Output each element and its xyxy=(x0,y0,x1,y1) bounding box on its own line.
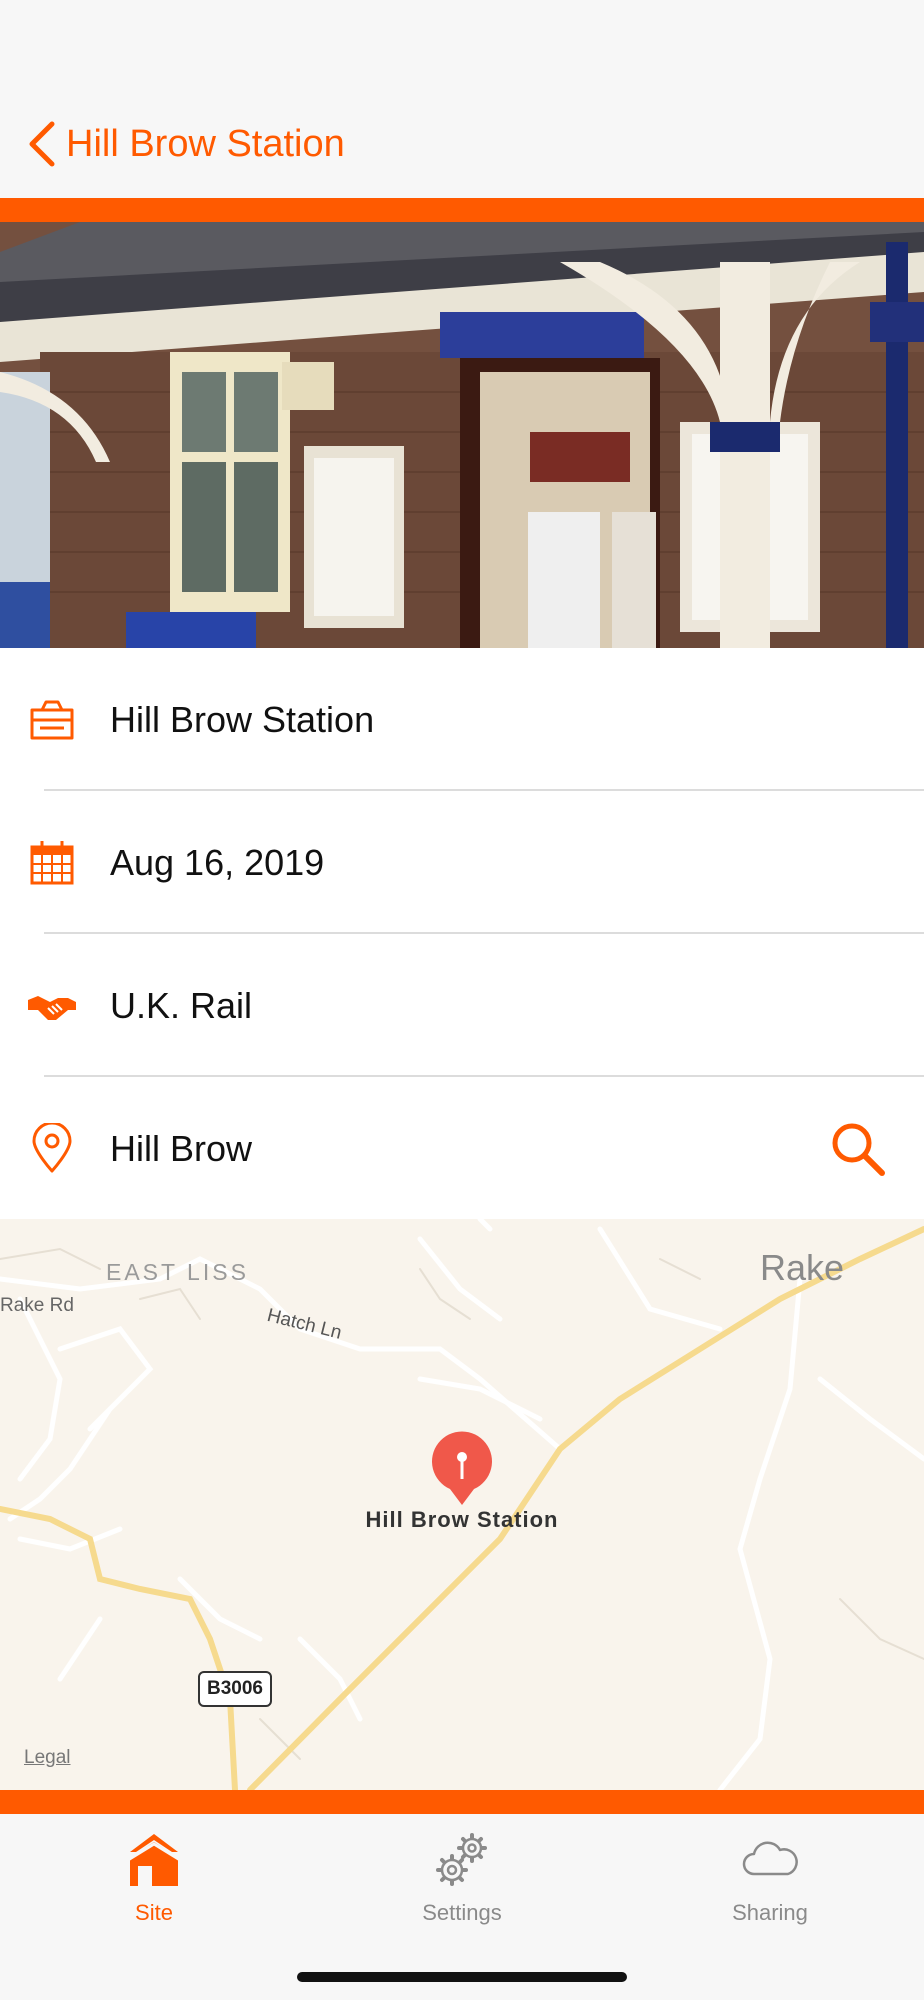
location-value: Hill Brow xyxy=(110,1127,253,1169)
tab-settings-label: Settings xyxy=(422,1900,502,1925)
station-sign-icon xyxy=(26,694,78,746)
gears-icon xyxy=(432,1830,492,1890)
organization-row[interactable]: U.K. Rail xyxy=(0,934,924,1077)
location-map[interactable]: EAST LISS Rake Rake Rd Hatch Ln Hill Bro… xyxy=(0,1219,924,1790)
chevron-left-icon xyxy=(29,121,55,167)
legal-link[interactable]: Legal xyxy=(24,1747,71,1769)
map-pin-label: Hill Brow Station xyxy=(365,1507,559,1532)
map-label-east-liss: EAST LISS xyxy=(106,1259,249,1285)
search-icon xyxy=(832,1123,885,1176)
house-icon xyxy=(124,1830,184,1890)
tab-sharing[interactable]: Sharing xyxy=(616,1814,924,2000)
location-pin-icon xyxy=(26,1122,78,1175)
location-search-button[interactable] xyxy=(828,1119,888,1179)
accent-bar-top xyxy=(0,198,924,222)
tab-site[interactable]: Site xyxy=(0,1814,308,2000)
map-label-rake-rd: Rake Rd xyxy=(0,1295,74,1316)
map-pin-icon xyxy=(432,1431,492,1505)
tab-site-label: Site xyxy=(135,1900,173,1925)
map-label-rake: Rake xyxy=(760,1247,845,1288)
tab-sharing-label: Sharing xyxy=(732,1900,808,1925)
accent-bar-bottom xyxy=(0,1790,924,1814)
site-name-row[interactable]: Hill Brow Station xyxy=(0,648,924,791)
back-title: Hill Brow Station xyxy=(66,122,345,165)
site-photo[interactable] xyxy=(0,222,924,648)
date-row[interactable]: Aug 16, 2019 xyxy=(0,791,924,934)
navigation-bar: Hill Brow Station xyxy=(0,90,924,198)
calendar-icon xyxy=(26,837,78,889)
location-row[interactable]: Hill Brow xyxy=(0,1077,924,1220)
date-value: Aug 16, 2019 xyxy=(110,841,325,883)
back-button[interactable]: Hill Brow Station xyxy=(0,90,345,198)
site-name-value: Hill Brow Station xyxy=(110,698,375,740)
road-number-badge: B3006 xyxy=(198,1671,272,1707)
handshake-icon xyxy=(26,980,78,1032)
status-bar xyxy=(0,0,924,90)
home-indicator[interactable] xyxy=(297,1972,627,1982)
site-details-list: Hill Brow Station Aug 16, 2019 U.K. Rail… xyxy=(0,648,924,1220)
organization-value: U.K. Rail xyxy=(110,984,253,1026)
cloud-icon xyxy=(740,1830,800,1890)
map-pin[interactable] xyxy=(430,1431,494,1507)
